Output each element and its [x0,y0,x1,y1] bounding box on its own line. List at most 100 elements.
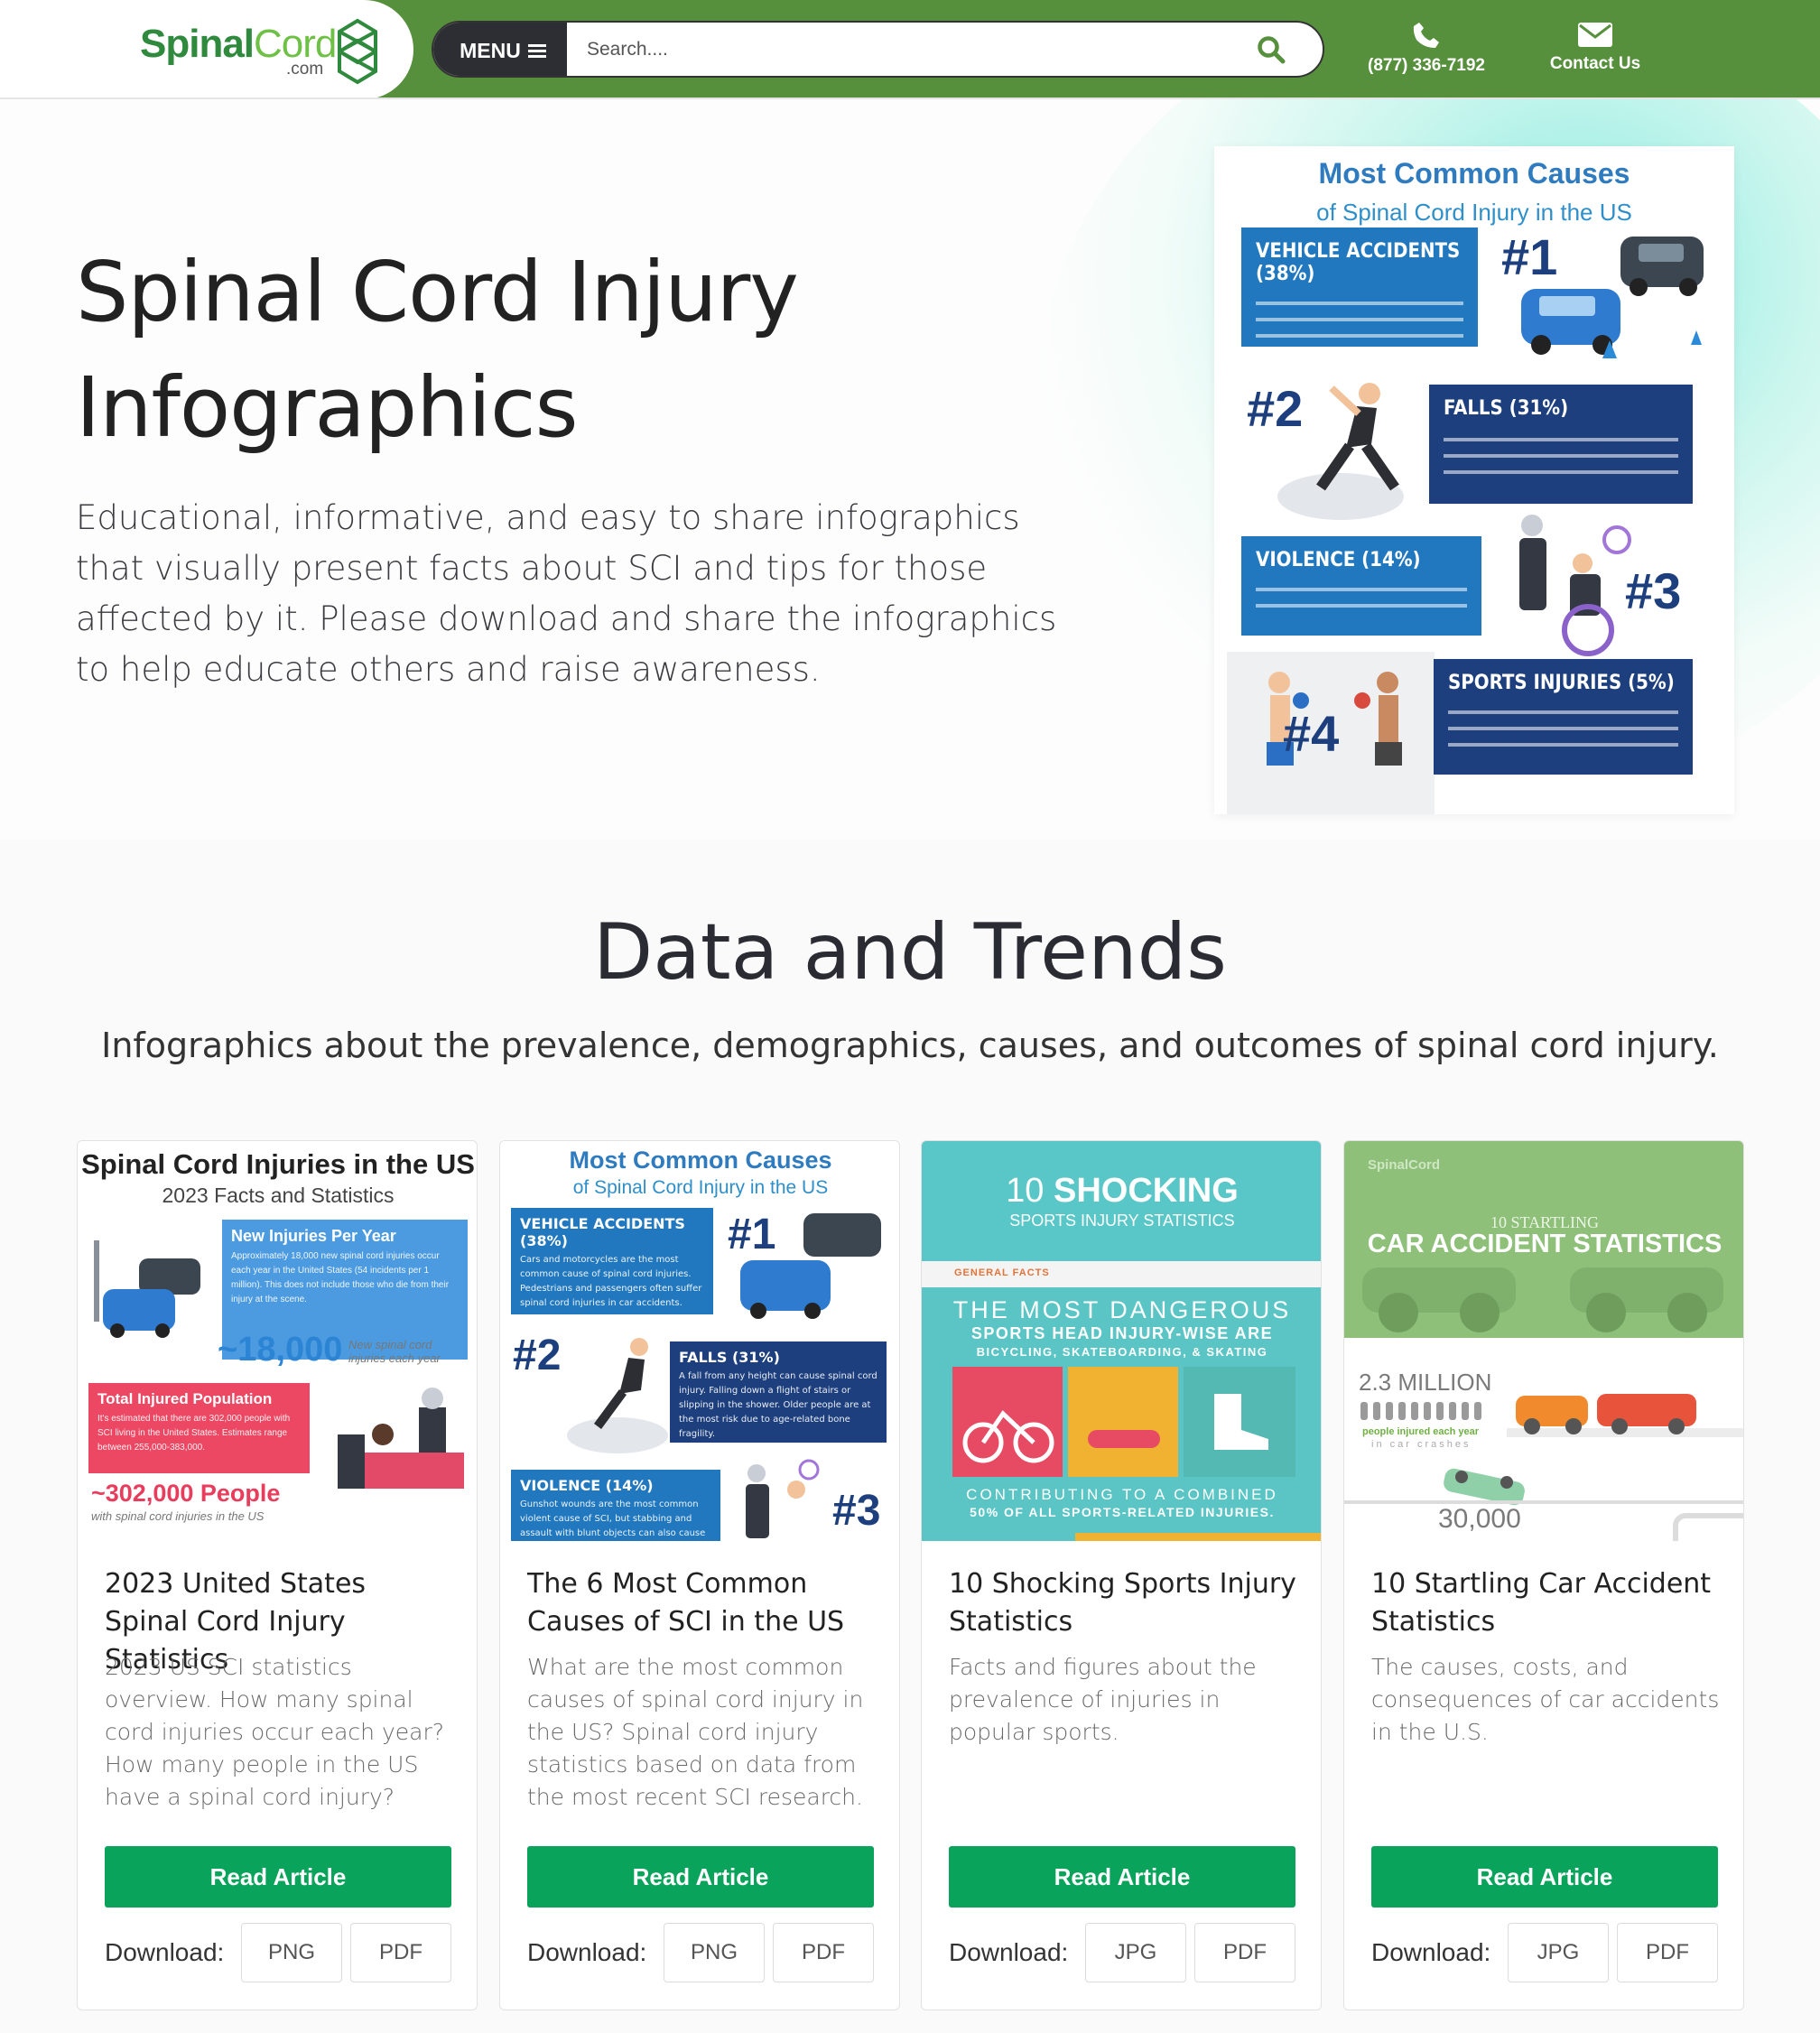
contact-link[interactable]: Contact Us [1535,20,1656,74]
page-title: Spinal Cord Injury Infographics [76,244,799,456]
hero-infographic[interactable]: Most Common Causes of Spinal Cord Injury… [1214,146,1734,814]
thumb-sports-icons [952,1367,1295,1477]
logo-domain: .com [286,60,324,79]
download-jpg-button[interactable]: JPG [1085,1923,1186,1982]
download-pdf-button[interactable]: PDF [350,1923,451,1982]
infographic-card: 10 SHOCKING SPORTS INJURY STATISTICS GEN… [921,1140,1322,2010]
contact-label: Contact Us [1549,54,1641,73]
spine-logo-icon [338,18,377,85]
thumb-wheelchair-illustration [746,1459,820,1538]
menu-button[interactable]: MENU [433,23,567,76]
section-subtitle: Infographics about the prevalence, demog… [101,1026,1719,1065]
download-pdf-button[interactable]: PDF [1194,1923,1295,1982]
thumb-yellow-strip [1075,1533,1321,1541]
thumb-total-population-caption: with spinal cord injuries in the US [91,1509,265,1523]
download-label: Download: [949,1938,1069,1966]
download-png-button[interactable]: PNG [664,1923,765,1982]
read-article-button[interactable]: Read Article [105,1846,451,1908]
thumb-falling-illustration [567,1338,668,1453]
thumb-subtitle: SPORTS INJURY STATISTICS [1009,1211,1235,1230]
download-pdf-button[interactable]: PDF [1617,1923,1718,1982]
thumb-line1: THE MOST DANGEROUS [952,1296,1292,1323]
infographic-item-violence: VIOLENCE (14%) [1241,536,1481,636]
thumb-car-crash-illustration [740,1213,881,1319]
card-title[interactable]: The 6 Most Common Causes of SCI in the U… [527,1565,879,1641]
thumb-car-illustration [94,1240,200,1338]
card-title[interactable]: 10 Shocking Sports Injury Statistics [949,1565,1301,1641]
thumb-title: Most Common Causes [569,1146,832,1174]
thumb-road-line [1344,1500,1743,1504]
download-label: Download: [527,1938,647,1966]
thumb-brand: SpinalCord [1368,1157,1441,1173]
wheelchair-illustration [1519,515,1631,656]
menu-label: MENU [460,39,521,62]
thumb-vehicle-box: VEHICLE ACCIDENTS (38%) Cars and motorcy… [511,1208,713,1314]
thumb-line3: BICYCLING, SKATEBOARDING, & SKATING [976,1345,1268,1359]
download-label: Download: [1371,1938,1491,1966]
card-thumbnail[interactable]: Spinal Cord Injuries in the US 2023 Fact… [78,1141,477,1541]
card-description: The causes, costs, and consequences of c… [1371,1654,1720,1745]
falling-person-illustration [1277,383,1404,520]
hamburger-icon [527,43,546,59]
hero-section: Spinal Cord Injury Infographics Education… [0,99,1820,840]
read-article-button[interactable]: Read Article [949,1846,1295,1908]
thumb-subtitle: 2023 Facts and Statistics [162,1184,395,1207]
thumb-title: 10 SHOCKING [1006,1172,1239,1210]
search-icon[interactable] [1256,34,1286,65]
infographic-rank-4: #4 [1283,705,1340,762]
thumb-stat1-caption2: in car crashes [1371,1439,1472,1450]
thumb-rank-3: #3 [832,1487,881,1535]
thumb-stat1-caption: people injured each year [1362,1426,1479,1437]
infographic-item-falls: FALLS (31%) [1429,385,1693,504]
download-jpg-button[interactable]: JPG [1508,1923,1609,1982]
phone-icon [1413,23,1439,48]
download-pdf-button[interactable]: PDF [773,1923,874,1982]
thumb-title: Spinal Cord Injuries in the US [81,1148,475,1180]
hero-description: Educational, informative, and easy to sh… [76,498,1057,689]
thumb-total-population-box: Total Injured Population It's estimated … [88,1383,310,1473]
thumb-car-silhouettes [1362,1267,1723,1332]
thumb-new-injuries-number: ~18,000 [218,1331,343,1369]
thumb-tag: GENERAL FACTS [954,1267,1050,1278]
thumb-total-population-number: ~302,000 People [91,1480,281,1507]
car-crash-illustration [1521,237,1704,358]
infographic-item-sports: SPORTS INJURIES (5%) [1434,659,1693,775]
download-png-button[interactable]: PNG [241,1923,342,1982]
card-description: What are the most common causes of spina… [527,1654,864,1810]
card-thumbnail[interactable]: 10 SHOCKING SPORTS INJURY STATISTICS GEN… [922,1141,1321,1541]
phone-link[interactable]: (877) 336-7192 [1354,20,1499,76]
logo-area: SpinalCord .com [0,0,413,99]
section-title: Data and Trends [593,907,1227,998]
search-bar: MENU [432,21,1324,78]
infographic-card: Spinal Cord Injuries in the US 2023 Fact… [77,1140,478,2010]
phone-number: (877) 336-7192 [1368,56,1485,75]
infographic-rank-3: #3 [1625,562,1682,619]
infographic-card: Most Common Causes of Spinal Cord Injury… [499,1140,900,2010]
thumb-title: CAR ACCIDENT STATISTICS [1367,1230,1722,1258]
card-thumbnail[interactable]: Most Common Causes of Spinal Cord Injury… [500,1141,899,1541]
thumb-footer-line2: 50% OF ALL SPORTS-RELATED INJURIES. [970,1505,1275,1519]
site-header: SpinalCord .com MENU Search.... (877) 33… [0,0,1820,99]
thumb-new-injuries-caption: New spinal cord injuries each year [348,1338,441,1365]
envelope-icon [1578,23,1612,47]
thumb-subtitle: of Spinal Cord Injury in the US [572,1177,829,1198]
card-description: Facts and figures about the prevalence o… [949,1654,1257,1745]
read-article-button[interactable]: Read Article [1371,1846,1718,1908]
infographic-title: Most Common Causes [1318,157,1630,190]
thumb-stat2: 30,000 [1438,1504,1521,1534]
read-article-button[interactable]: Read Article [527,1846,874,1908]
search-input[interactable] [587,23,1219,76]
thumb-falls-box: FALLS (31%) A fall from any height can c… [670,1341,887,1443]
thumb-bedroom-illustration [338,1388,464,1489]
infographic-card: SpinalCord 10 STARTLING CAR ACCIDENT STA… [1343,1140,1744,2010]
card-thumbnail[interactable]: SpinalCord 10 STARTLING CAR ACCIDENT STA… [1344,1141,1743,1541]
thumb-stat1: 2.3 MILLION [1359,1369,1492,1396]
thumb-footer-line1: CONTRIBUTING TO A COMBINED [966,1486,1278,1503]
card-description: 2023 US SCI statistics overview. How man… [105,1654,444,1810]
thumb-line2: SPORTS HEAD INJURY-WISE ARE [970,1324,1274,1342]
people-icons [1360,1402,1481,1420]
card-title[interactable]: 10 Startling Car Accident Statistics [1371,1565,1723,1641]
thumb-violence-box: VIOLENCE (14%) Gunshot wounds are the mo… [511,1470,720,1541]
infographic-item-vehicle: VEHICLE ACCIDENTS (38%) [1241,227,1478,347]
download-label: Download: [105,1938,225,1966]
